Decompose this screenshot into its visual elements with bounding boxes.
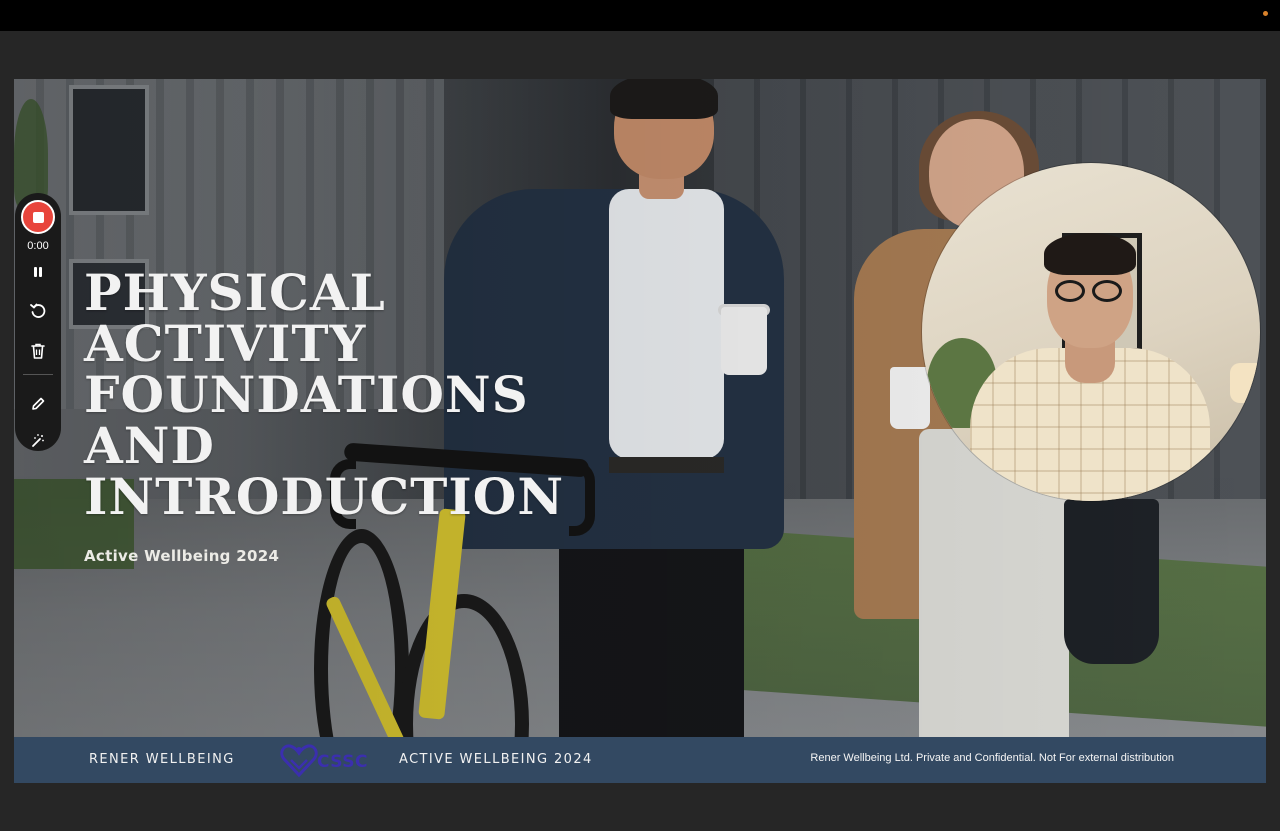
pause-button[interactable] — [26, 260, 50, 284]
footer-confidential-notice: Rener Wellbeing Ltd. Private and Confide… — [810, 752, 1174, 764]
pencil-icon — [32, 397, 45, 410]
slide-title: PHYSICAL ACTIVITY FOUNDATIONS AND INTROD… — [84, 267, 604, 522]
cssc-logo-text: CSSC — [317, 752, 368, 772]
slide-title-line: AND — [84, 416, 215, 475]
slide-title-line: INTRODUCTION — [84, 467, 565, 526]
pause-icon — [34, 267, 42, 277]
recording-timer: 0:00 — [27, 240, 49, 252]
draw-button[interactable] — [26, 392, 50, 416]
glasses-icon — [1092, 280, 1122, 302]
effects-button[interactable] — [26, 429, 50, 453]
restart-button[interactable] — [26, 299, 50, 323]
effects-icon — [32, 434, 44, 447]
delete-recording-button[interactable] — [26, 339, 50, 363]
glasses-icon — [1055, 280, 1085, 302]
restart-icon — [30, 303, 46, 318]
presenter-hair — [1044, 233, 1136, 275]
slide-title-line: FOUNDATIONS — [84, 365, 529, 424]
stop-icon — [33, 212, 44, 223]
slide-title-line: ACTIVITY — [84, 314, 367, 373]
cssc-logo: CSSC — [279, 742, 379, 778]
stop-recording-button[interactable] — [21, 200, 55, 234]
footer-event: ACTIVE WELLBEING 2024 — [399, 752, 593, 767]
webcam-bubble[interactable] — [922, 163, 1260, 501]
lamp — [1230, 363, 1260, 403]
window-top-bar — [0, 0, 1280, 31]
slide-footer: RENER WELLBEING CSSC ACTIVE WELLBEING 20… — [14, 737, 1266, 783]
recording-indicator-dot — [1263, 11, 1268, 16]
toolbar-divider — [23, 374, 53, 375]
slide-subtitle: Active Wellbeing 2024 — [84, 547, 280, 565]
slide-title-line: PHYSICAL — [84, 263, 386, 322]
footer-brand: RENER WELLBEING — [89, 752, 235, 767]
heart-logo-icon — [280, 744, 318, 778]
trash-icon — [31, 343, 45, 359]
recording-toolbar: 0:00 — [15, 193, 61, 451]
